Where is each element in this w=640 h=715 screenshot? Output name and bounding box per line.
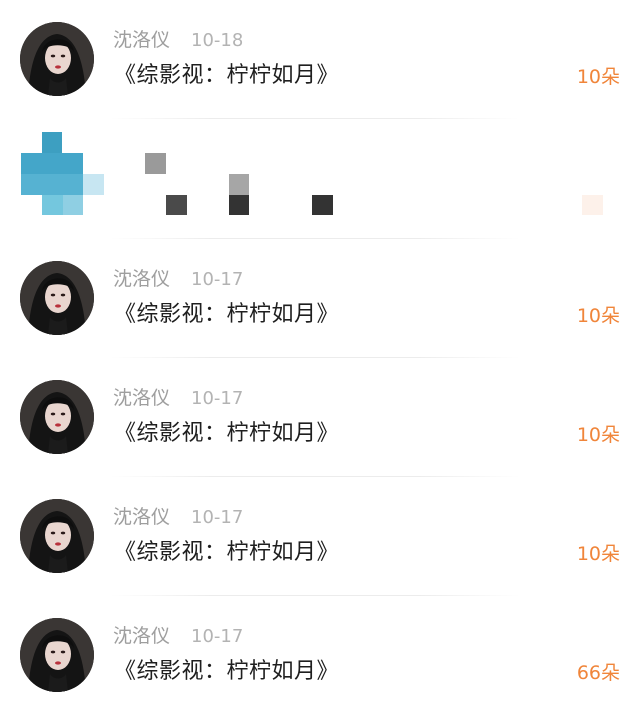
- mosaic-block: [166, 195, 187, 215]
- sender-name[interactable]: 沈洛仪: [113, 624, 170, 648]
- avatar[interactable]: [20, 22, 94, 96]
- mosaic-block: [83, 174, 104, 195]
- message-date: 10-17: [191, 388, 244, 409]
- list-item[interactable]: 沈洛仪 10-17 《综影视：柠柠如月》 66朵: [0, 596, 640, 715]
- sender-name[interactable]: 沈洛仪: [113, 28, 170, 52]
- message-text: 《综影视：柠柠如月》: [114, 421, 340, 446]
- flower-count: 10朵: [576, 424, 620, 446]
- list-item[interactable]: 沈洛仪 10-17 《综影视：柠柠如月》 10朵: [0, 358, 640, 477]
- list-item[interactable]: 沈洛仪 10-17 《综影视：柠柠如月》 10朵: [0, 239, 640, 358]
- message-text: 《综影视：柠柠如月》: [114, 302, 340, 327]
- flower-count: 10朵: [576, 66, 620, 88]
- avatar[interactable]: [20, 261, 94, 335]
- message-date: 10-17: [191, 507, 244, 528]
- list-item[interactable]: 沈洛仪 10-17 《综影视：柠柠如月》 10朵: [0, 477, 640, 596]
- message-date: 10-18: [191, 30, 244, 51]
- sender-name[interactable]: 沈洛仪: [113, 267, 170, 291]
- mosaic-block: [145, 153, 166, 174]
- mosaic-block: [42, 195, 63, 215]
- gift-message-list: 沈洛仪 10-18 《综影视：柠柠如月》 10朵 沈洛仪 10-17 《综影视：…: [0, 0, 640, 714]
- mosaic-block: [229, 174, 249, 195]
- message-text: 《综影视：柠柠如月》: [114, 63, 340, 88]
- sender-name[interactable]: 沈洛仪: [113, 505, 170, 529]
- message-text: 《综影视：柠柠如月》: [114, 659, 340, 684]
- mosaic-block: [229, 195, 249, 215]
- mosaic-block: [21, 174, 83, 195]
- mosaic-block: [21, 153, 83, 174]
- message-date: 10-17: [191, 626, 244, 647]
- flower-count: 10朵: [576, 305, 620, 327]
- message-text: 《综影视：柠柠如月》: [114, 540, 340, 565]
- mosaic-block: [63, 195, 83, 215]
- pixelated-row: [0, 119, 640, 239]
- avatar[interactable]: [20, 618, 94, 692]
- flower-count: 66朵: [576, 662, 620, 684]
- avatar[interactable]: [20, 380, 94, 454]
- message-date: 10-17: [191, 269, 244, 290]
- list-item[interactable]: 沈洛仪 10-18 《综影视：柠柠如月》 10朵: [0, 0, 640, 119]
- mosaic-block: [312, 195, 333, 215]
- mosaic-block: [42, 132, 62, 153]
- sender-name[interactable]: 沈洛仪: [113, 386, 170, 410]
- flower-count: 10朵: [576, 543, 620, 565]
- mosaic-block: [582, 195, 603, 215]
- avatar[interactable]: [20, 499, 94, 573]
